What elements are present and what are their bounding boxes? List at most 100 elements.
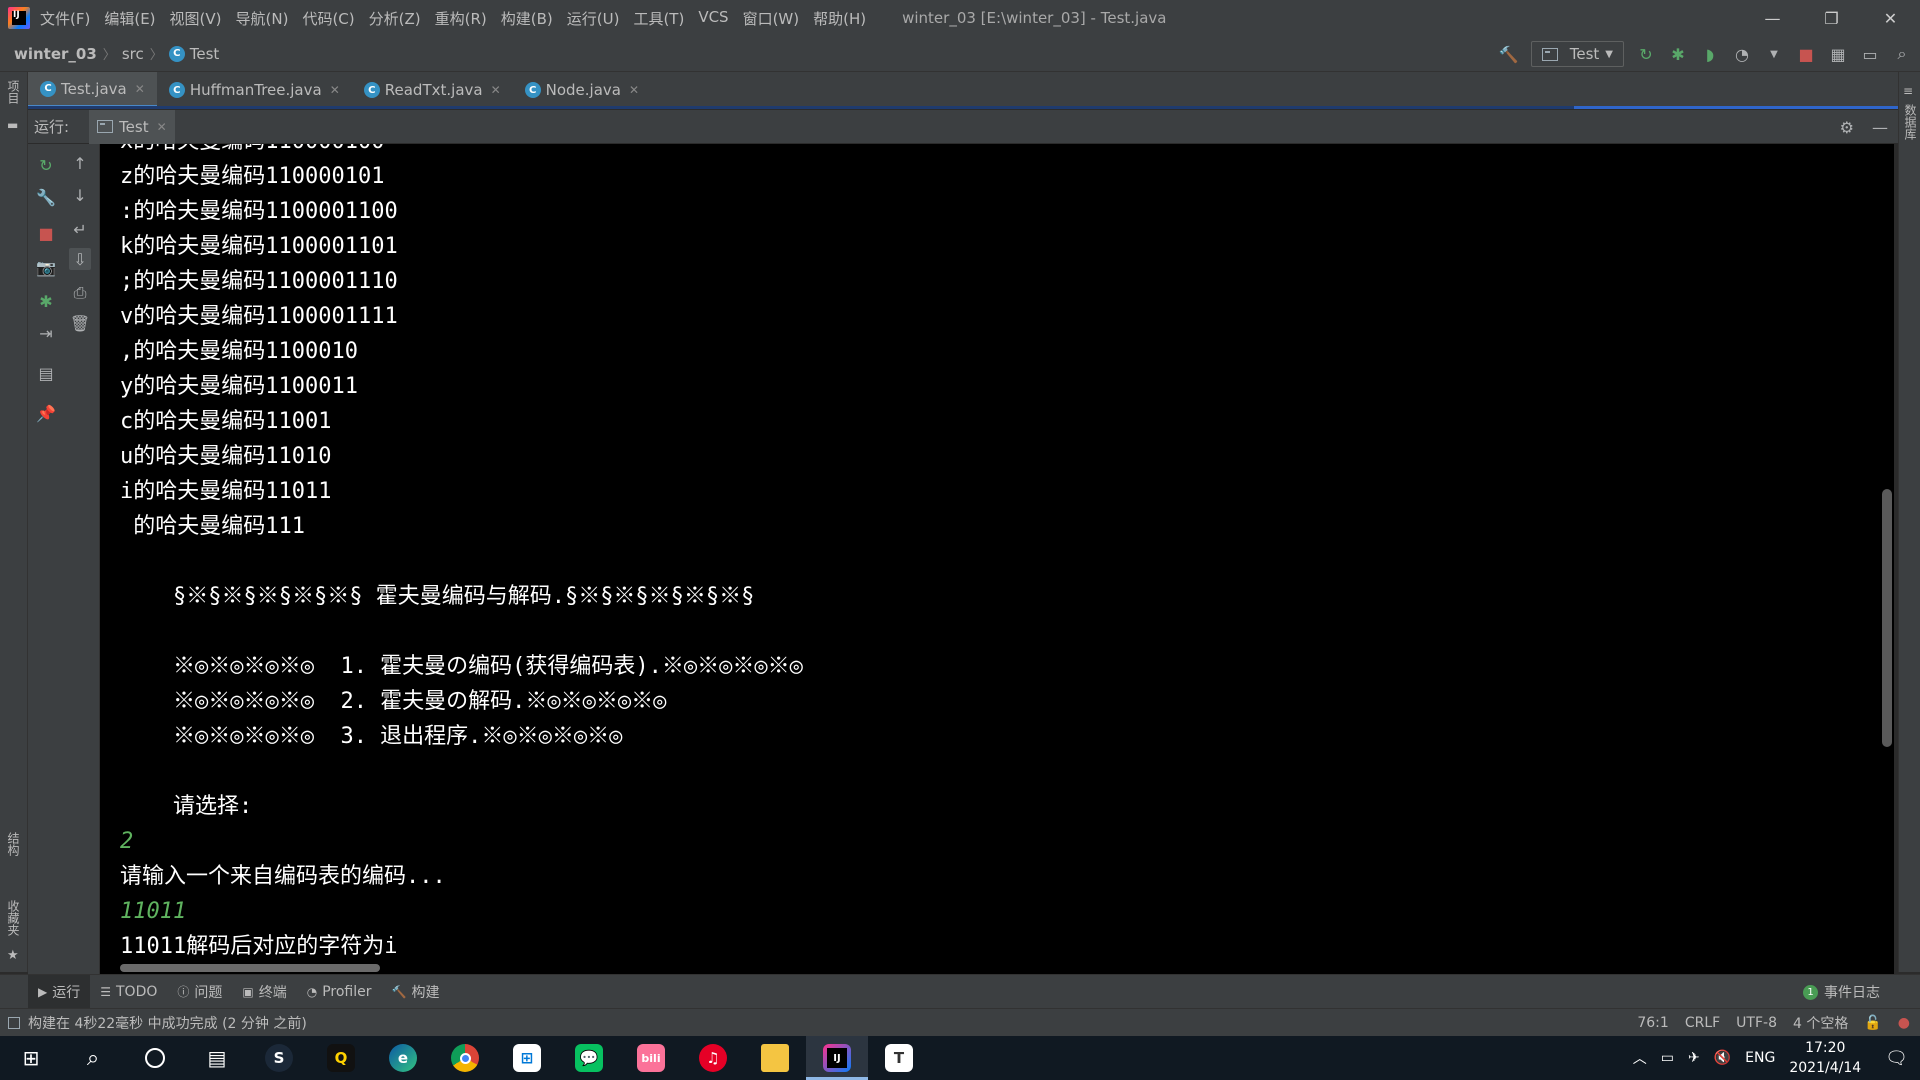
arrow-up-icon[interactable]: ↑ <box>69 152 91 174</box>
layout-icon[interactable]: ▤ <box>35 362 57 384</box>
close-window-button[interactable]: ✕ <box>1861 0 1920 36</box>
editor-tab-3[interactable]: C Node.java ✕ <box>513 72 651 108</box>
debug-bug-icon[interactable]: ✱ <box>35 290 57 312</box>
close-tab-icon[interactable]: ✕ <box>157 120 167 134</box>
more-run-options-icon[interactable]: ▼ <box>1764 44 1784 64</box>
exit-icon[interactable]: ⇥ <box>35 322 57 344</box>
camera-icon[interactable]: 📷 <box>35 256 57 278</box>
presentation-icon[interactable]: ▭ <box>1860 44 1880 64</box>
soft-wrap-icon[interactable]: ↵ <box>69 218 91 240</box>
tool-window-3[interactable]: ▣ 终端 <box>232 975 296 1009</box>
breadcrumb-file[interactable]: C Test <box>168 45 219 63</box>
search-button[interactable]: ⌕ <box>62 1036 124 1080</box>
taskbar-store[interactable]: ⊞ <box>496 1036 558 1080</box>
menu-item-2[interactable]: 视图(V) <box>170 8 222 29</box>
menu-item-9[interactable]: 工具(T) <box>633 8 684 29</box>
clock[interactable]: 17:20 2021/4/14 <box>1789 1038 1861 1078</box>
build-hammer-icon[interactable]: 🔨 <box>1499 44 1519 64</box>
run-configuration-select[interactable]: Test ▼ <box>1530 41 1624 67</box>
tool-window-4[interactable]: ◔ Profiler <box>297 975 382 1009</box>
menu-item-1[interactable]: 编辑(E) <box>104 8 155 29</box>
rerun-icon[interactable]: ↻ <box>35 154 57 176</box>
task-view-button[interactable]: ▤ <box>186 1036 248 1080</box>
search-everywhere-icon[interactable]: ⌕ <box>1892 44 1912 64</box>
tool-window-5[interactable]: 🔨 构建 <box>382 975 450 1009</box>
scroll-to-end-icon[interactable]: ⇩ <box>69 248 91 270</box>
inspection-icon[interactable]: ● <box>1898 1015 1910 1031</box>
menu-item-8[interactable]: 运行(U) <box>567 8 620 29</box>
menu-item-6[interactable]: 重构(R) <box>435 8 487 29</box>
taskbar-edge[interactable]: e <box>372 1036 434 1080</box>
tool-window-2[interactable]: ⓘ 问题 <box>167 975 232 1009</box>
notification-icon[interactable]: 🗨 <box>1885 1048 1908 1069</box>
taskbar-steam[interactable]: S <box>248 1036 310 1080</box>
structure-tool-button[interactable]: 结构 <box>5 832 22 856</box>
minimize-button[interactable]: — <box>1743 0 1802 36</box>
debug-icon[interactable]: ✱ <box>1668 44 1688 64</box>
gear-icon[interactable]: ⚙ <box>1840 118 1854 137</box>
vertical-scrollbar[interactable] <box>1882 489 1892 747</box>
breadcrumb-project[interactable]: winter_03 <box>14 45 97 63</box>
tool-window-0[interactable]: ▶ 运行 <box>28 974 91 1009</box>
profile-icon[interactable]: ◔ <box>1732 44 1752 64</box>
line-separator[interactable]: CRLF <box>1685 1015 1720 1031</box>
close-icon[interactable]: ✕ <box>491 83 501 97</box>
status-bar: 构建在 4秒22毫秒 中成功完成 (2 分钟 之前) 76:1 CRLF UTF… <box>0 1008 1920 1036</box>
close-icon[interactable]: ✕ <box>629 83 639 97</box>
battery-icon[interactable]: ▭ <box>1661 1050 1674 1066</box>
window-toggle-icon[interactable] <box>8 1016 20 1029</box>
file-encoding[interactable]: UTF-8 <box>1736 1015 1777 1031</box>
breadcrumb-folder[interactable]: src <box>122 45 144 63</box>
restore-button[interactable]: ❐ <box>1802 0 1861 36</box>
run-tab-test[interactable]: Test ✕ <box>89 109 175 144</box>
close-icon[interactable]: ✕ <box>135 82 145 96</box>
coverage-icon[interactable]: ◗ <box>1700 44 1720 64</box>
menu-item-12[interactable]: 帮助(H) <box>813 8 866 29</box>
horizontal-scrollbar[interactable] <box>120 964 380 972</box>
taskbar-intellij[interactable]: IJ <box>806 1036 868 1080</box>
editor-tab-2[interactable]: C ReadTxt.java ✕ <box>352 72 513 108</box>
editor-tab-0[interactable]: C Test.java ✕ <box>28 72 157 108</box>
console-output[interactable]: x的哈夫曼编码110000100 z的哈夫曼编码110000101:的哈夫曼编码… <box>100 144 1894 974</box>
favorites-tool-button[interactable]: 收藏夹 <box>5 900 22 936</box>
event-log-button[interactable]: 1 事件日志 <box>1803 975 1880 1009</box>
menu-item-5[interactable]: 分析(Z) <box>369 8 421 29</box>
indent-setting[interactable]: 4 个空格 <box>1793 1013 1848 1033</box>
taskbar-qq[interactable]: Q <box>310 1036 372 1080</box>
menu-item-4[interactable]: 代码(C) <box>302 8 354 29</box>
taskbar-typora[interactable]: T <box>868 1036 930 1080</box>
taskbar-chrome[interactable] <box>434 1036 496 1080</box>
close-icon[interactable]: ✕ <box>330 83 340 97</box>
database-tool-button[interactable]: 数据库 <box>1902 104 1919 140</box>
tool-window-1[interactable]: ☰ TODO <box>90 975 167 1009</box>
project-structure-icon[interactable]: ▦ <box>1828 44 1848 64</box>
taskbar-bilibili[interactable]: bili <box>620 1036 682 1080</box>
editor-tab-1[interactable]: C HuffmanTree.java ✕ <box>157 72 352 108</box>
stop-icon[interactable]: ■ <box>1796 44 1816 64</box>
menu-item-0[interactable]: 文件(F) <box>40 8 90 29</box>
taskbar-wechat[interactable]: 💬 <box>558 1036 620 1080</box>
cortana-button[interactable] <box>124 1036 186 1080</box>
chevron-up-icon[interactable]: ︿ <box>1633 1048 1647 1068</box>
rerun-icon[interactable]: ↻ <box>1636 44 1656 64</box>
hide-window-icon[interactable]: — <box>1872 118 1888 137</box>
pin-icon[interactable]: 📌 <box>35 402 57 424</box>
airplane-icon[interactable]: ✈ <box>1688 1050 1700 1066</box>
input-language[interactable]: ENG <box>1745 1050 1775 1066</box>
print-icon[interactable]: ⎙ <box>69 282 91 304</box>
menu-item-11[interactable]: 窗口(W) <box>743 8 800 29</box>
taskbar-netease-music[interactable]: ♫ <box>682 1036 744 1080</box>
caret-position[interactable]: 76:1 <box>1637 1015 1668 1031</box>
project-tool-button[interactable]: 项目 <box>5 80 22 104</box>
volume-muted-icon[interactable]: 🔇 <box>1714 1050 1731 1066</box>
start-button[interactable]: ⊞ <box>0 1036 62 1080</box>
arrow-down-icon[interactable]: ↓ <box>69 184 91 206</box>
trash-icon[interactable]: 🗑 <box>69 312 91 334</box>
menu-item-7[interactable]: 构建(B) <box>501 8 553 29</box>
wrench-icon[interactable]: 🔧 <box>35 186 57 208</box>
menu-item-3[interactable]: 导航(N) <box>236 8 289 29</box>
taskbar-file-explorer[interactable] <box>744 1036 806 1080</box>
stop-icon[interactable]: ■ <box>35 222 57 244</box>
lock-icon[interactable]: 🔓 <box>1864 1015 1881 1031</box>
menu-item-10[interactable]: VCS <box>698 8 728 29</box>
